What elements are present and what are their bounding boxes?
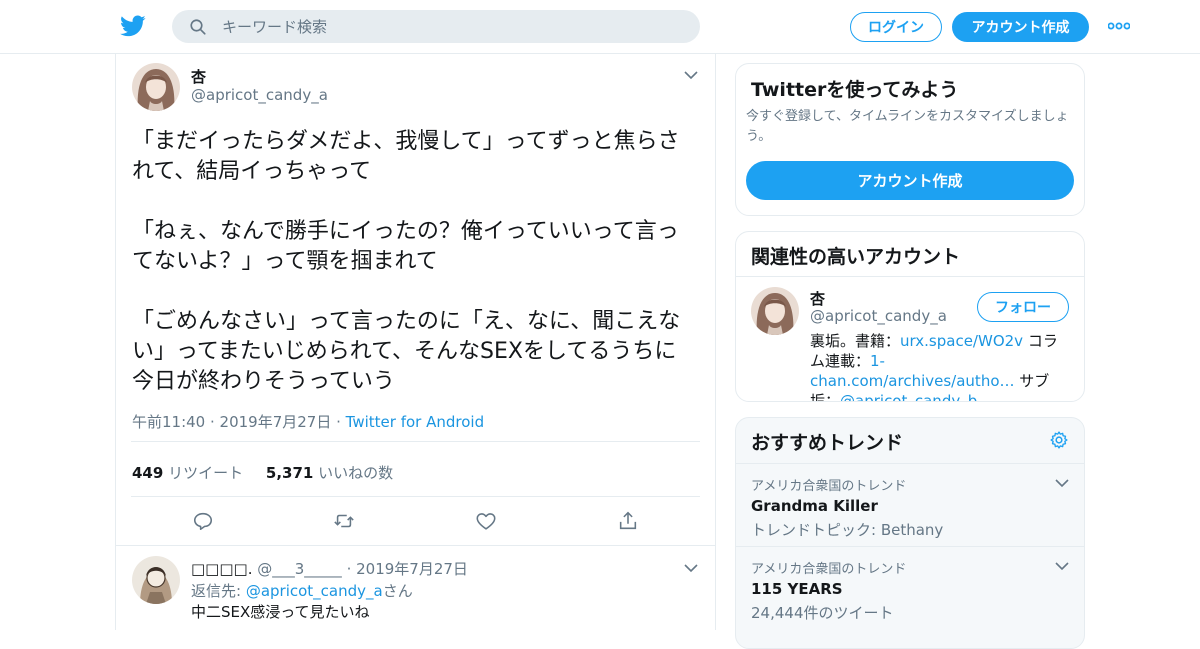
- reply-icon[interactable]: [192, 510, 214, 532]
- search-input[interactable]: [222, 10, 682, 43]
- top-nav: ログイン アカウント作成: [0, 0, 1200, 54]
- trend-name[interactable]: 115 YEARS: [751, 580, 843, 598]
- reply-author-handle[interactable]: @___3_____: [257, 560, 342, 578]
- search-icon: [190, 19, 206, 35]
- bio-link[interactable]: urx.space/WO2v: [900, 332, 1023, 350]
- retweet-count: 449: [132, 464, 164, 482]
- signup-card-description: 今すぐ登録して、タイムラインをカスタマイズしましょう。: [746, 109, 1069, 144]
- signup-card: Twitterを使ってみよう 今すぐ登録して、タイムラインをカスタマイズしましょ…: [735, 63, 1085, 216]
- related-handle[interactable]: @apricot_candy_a: [810, 307, 947, 325]
- retweet-stat[interactable]: 449 リツイート: [132, 464, 243, 482]
- meta-separator: ·: [331, 413, 346, 431]
- reply-to-handle[interactable]: @apricot_candy_a: [246, 582, 383, 600]
- like-count: 5,371: [265, 464, 314, 482]
- like-stat[interactable]: 5,371 いいねの数: [266, 464, 393, 482]
- trend-subtext: 24,444件のツイート: [751, 604, 894, 622]
- avatar-illustration: [751, 287, 799, 335]
- avatar-illustration: [132, 63, 180, 111]
- bio-text: 裏垢。書籍：: [810, 332, 901, 350]
- more-dots-icon[interactable]: [1108, 20, 1130, 32]
- trends-title: おすすめトレンド: [751, 432, 904, 454]
- reply-author: □□□□. @___3_____ · 2019年7月27日: [191, 558, 468, 579]
- create-account-button[interactable]: アカウント作成: [746, 161, 1074, 200]
- tweet-timestamp[interactable]: 午前11:40 · 2019年7月27日: [132, 413, 331, 431]
- reply-author-name[interactable]: □□□□.: [191, 560, 252, 578]
- chevron-down-icon[interactable]: [684, 564, 698, 573]
- follow-button[interactable]: フォロー: [977, 292, 1069, 322]
- reply-avatar[interactable]: [132, 556, 180, 604]
- trend-item[interactable]: アメリカ合衆国のトレンド 115 YEARS 24,444件のツイート: [736, 546, 1084, 629]
- retweet-icon[interactable]: [333, 510, 355, 532]
- trend-location: アメリカ合衆国のトレンド: [751, 479, 907, 494]
- bio-link[interactable]: @apricot_candy_b: [840, 392, 977, 401]
- trend-location: アメリカ合衆国のトレンド: [751, 562, 907, 577]
- trends-card: おすすめトレンド アメリカ合衆国のトレンド Grandma Killer トレン…: [735, 417, 1085, 649]
- avatar[interactable]: [132, 63, 180, 111]
- twitter-bird-icon[interactable]: [119, 13, 147, 39]
- retweet-label: リツイート: [168, 464, 244, 482]
- trend-item[interactable]: アメリカ合衆国のトレンド Grandma Killer トレンドトピック: Be…: [736, 463, 1084, 546]
- chevron-down-icon[interactable]: [684, 71, 698, 80]
- login-button[interactable]: ログイン: [850, 12, 942, 42]
- reply-text: 中二SEX感浸って見たいね: [191, 603, 370, 621]
- tweet-text: 「まだイったらダメだよ、我慢して」ってずっと焦らされて、結局イっちゃって 「ねぇ…: [132, 129, 681, 394]
- like-label: いいねの数: [318, 464, 394, 482]
- reply-to: 返信先: @apricot_candy_aさん: [191, 580, 413, 601]
- related-avatar[interactable]: [751, 287, 799, 335]
- signup-card-title: Twitterを使ってみよう: [751, 79, 959, 101]
- reply-to-suffix: さん: [382, 582, 413, 600]
- author-name[interactable]: 杏: [191, 66, 206, 87]
- search-box[interactable]: [172, 10, 700, 43]
- gear-icon[interactable]: [1049, 430, 1069, 450]
- tweet-stats: 449 リツイート 5,371 いいねの数: [132, 462, 393, 483]
- tweet-meta: 午前11:40 · 2019年7月27日 · Twitter for Andro…: [132, 411, 484, 432]
- reply-to-label: 返信先:: [191, 582, 246, 600]
- related-card-title: 関連性の高いアカウント: [751, 246, 961, 268]
- reply-avatar-illustration: [132, 556, 180, 604]
- like-icon[interactable]: [475, 510, 497, 532]
- trend-subtext: トレンドトピック: Bethany: [751, 521, 944, 539]
- divider: [131, 496, 700, 497]
- signup-button[interactable]: アカウント作成: [952, 12, 1089, 42]
- reply-tweet[interactable]: □□□□. @___3_____ · 2019年7月27日 返信先: @apri…: [116, 545, 715, 631]
- related-bio: 裏垢。書籍：urx.space/WO2v コラム連載：1-chan.com/ar…: [810, 331, 1072, 401]
- trend-name[interactable]: Grandma Killer: [751, 497, 878, 515]
- divider: [736, 276, 1084, 277]
- chevron-down-icon[interactable]: [1055, 479, 1069, 488]
- share-icon[interactable]: [617, 510, 639, 532]
- chevron-down-icon[interactable]: [1055, 562, 1069, 571]
- author-handle[interactable]: @apricot_candy_a: [191, 86, 328, 104]
- tweet-column: 杏 @apricot_candy_a 「まだイったらダメだよ、我慢して」ってずっ…: [115, 53, 716, 630]
- reply-date[interactable]: · 2019年7月27日: [347, 560, 468, 578]
- divider: [131, 441, 700, 442]
- related-name[interactable]: 杏: [810, 288, 825, 309]
- tweet-source-link[interactable]: Twitter for Android: [346, 413, 484, 431]
- related-accounts-card: 関連性の高いアカウント 杏 @apricot_candy_a フォロー 裏垢。書…: [735, 231, 1085, 402]
